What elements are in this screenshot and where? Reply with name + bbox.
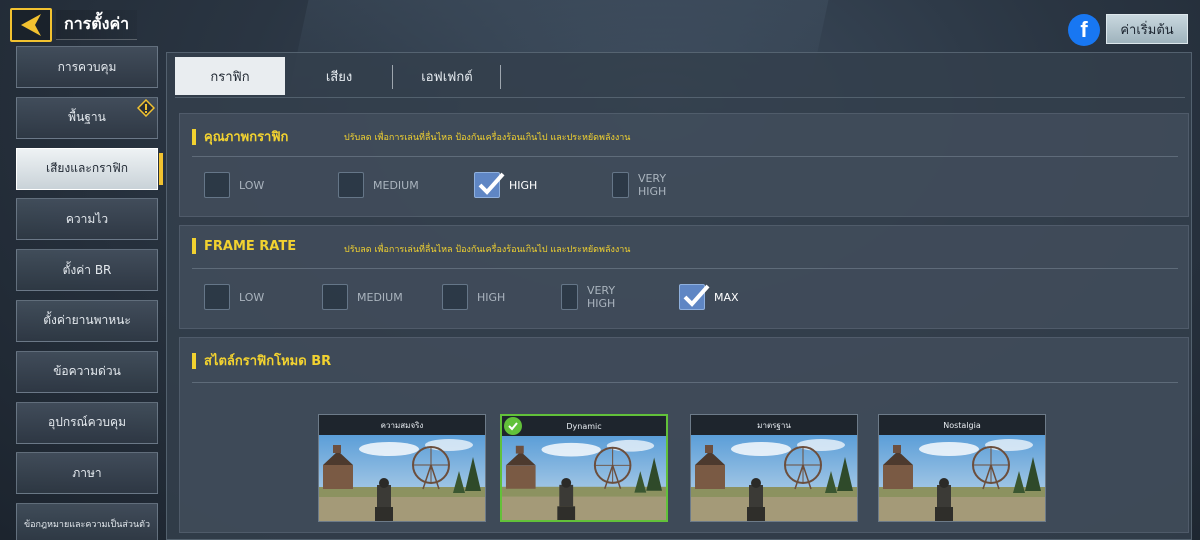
- option-very-high[interactable]: VERY HIGH: [612, 172, 675, 198]
- sidebar-item-label: ข้อความด่วน: [53, 364, 121, 379]
- divider: [192, 156, 1178, 157]
- sidebar: การควบคุม พื้นฐาน เสียงและกราฟิก ความไว …: [16, 46, 163, 540]
- selected-check-icon: [504, 417, 522, 435]
- sidebar-item-label: เสียงและกราฟิก: [45, 161, 129, 176]
- checkbox[interactable]: [204, 284, 230, 310]
- header: การตั้งค่า: [10, 8, 138, 42]
- style-option-realistic[interactable]: ความสมจริง: [318, 414, 486, 522]
- section-title: คุณภาพกราฟิก: [204, 130, 289, 145]
- tab-audio[interactable]: เสียง: [285, 57, 393, 95]
- style-label: Dynamic: [502, 416, 666, 436]
- checkbox[interactable]: [612, 172, 629, 198]
- style-option-nostalgia[interactable]: Nostalgia: [878, 414, 1046, 522]
- sidebar-item-language[interactable]: ภาษา: [16, 452, 158, 495]
- option-label: HIGH: [509, 178, 538, 192]
- checkmark-icon: [683, 284, 710, 307]
- page-title: การตั้งค่า: [56, 10, 138, 40]
- graphics-quality-section: คุณภาพกราฟิก ปรับลด เพื่อการเล่นที่ลื่นไ…: [179, 113, 1189, 217]
- tab-effects[interactable]: เอฟเฟกต์: [393, 57, 501, 95]
- option-label: MAX: [714, 290, 739, 304]
- option-label: VERY HIGH: [637, 172, 667, 198]
- option-label: HIGH: [477, 290, 506, 304]
- option-label: LOW: [239, 178, 265, 192]
- style-preview-image: [691, 435, 857, 521]
- section-header: สไตล์กราฟิกโหมด BR: [192, 350, 331, 371]
- section-accent-bar: [192, 238, 196, 254]
- option-label: VERY HIGH: [586, 284, 616, 310]
- divider: [175, 97, 1185, 98]
- sidebar-item-label: ตั้งค่ายานพาหนะ: [43, 313, 131, 328]
- checkbox[interactable]: [322, 284, 348, 310]
- option-low[interactable]: LOW: [204, 172, 264, 198]
- sidebar-item-label: การควบคุม: [57, 59, 117, 74]
- option-high[interactable]: HIGH: [442, 284, 505, 310]
- sidebar-item-label: อุปกรณ์ควบคุม: [48, 415, 126, 430]
- back-button[interactable]: [10, 8, 52, 42]
- option-max[interactable]: MAX: [679, 284, 739, 310]
- option-label: MEDIUM: [357, 290, 403, 304]
- sidebar-item-label: ความไว: [65, 211, 109, 226]
- section-header: คุณภาพกราฟิก: [192, 126, 288, 147]
- tab-graphics[interactable]: กราฟิก: [175, 57, 285, 95]
- checkbox[interactable]: [204, 172, 230, 198]
- option-very-high[interactable]: VERY HIGH: [561, 284, 624, 310]
- sidebar-item-label: ข้อกฎหมายและความเป็นส่วนตัว: [24, 520, 150, 531]
- option-medium[interactable]: MEDIUM: [322, 284, 403, 310]
- sidebar-item-vehicle[interactable]: ตั้งค่ายานพาหนะ: [16, 299, 158, 342]
- br-style-section: สไตล์กราฟิกโหมด BR ความสมจริง Dynamic มา…: [179, 337, 1189, 533]
- sidebar-item-basic[interactable]: พื้นฐาน: [16, 96, 158, 139]
- option-label: LOW: [239, 290, 265, 304]
- sidebar-item-controls[interactable]: การควบคุม: [16, 46, 158, 88]
- style-preview-image: [879, 435, 1045, 521]
- style-preview-image: [502, 436, 666, 520]
- divider: [192, 382, 1178, 383]
- section-title: FRAME RATE: [204, 238, 297, 254]
- sidebar-item-label: พื้นฐาน: [68, 110, 106, 125]
- section-description: ปรับลด เพื่อการเล่นที่ลื่นไหล ป้องกันเคร…: [344, 245, 631, 255]
- section-accent-bar: [192, 352, 196, 369]
- back-arrow-icon: [21, 14, 41, 36]
- facebook-icon[interactable]: f: [1068, 14, 1100, 46]
- checkbox[interactable]: [338, 172, 364, 198]
- style-preview-image: [319, 435, 485, 521]
- option-medium[interactable]: MEDIUM: [338, 172, 419, 198]
- divider: [192, 268, 1178, 269]
- section-description: ปรับลด เพื่อการเล่นที่ลื่นไหล ป้องกันเคร…: [344, 133, 631, 143]
- option-label: MEDIUM: [373, 178, 419, 192]
- checkbox[interactable]: [561, 284, 578, 310]
- warning-icon: [137, 98, 155, 117]
- sidebar-item-sensitivity[interactable]: ความไว: [16, 198, 158, 241]
- style-option-dynamic[interactable]: Dynamic: [500, 414, 668, 522]
- sidebar-item-quick-chat[interactable]: ข้อความด่วน: [16, 350, 158, 393]
- style-label: Nostalgia: [879, 415, 1045, 435]
- sidebar-item-br-settings[interactable]: ตั้งค่า BR: [16, 249, 158, 292]
- sidebar-item-label: ตั้งค่า BR: [62, 262, 112, 277]
- checkmark-icon: [478, 172, 505, 195]
- style-label: ความสมจริง: [319, 415, 485, 435]
- section-header: FRAME RATE: [192, 238, 296, 254]
- sidebar-item-devices[interactable]: อุปกรณ์ควบคุม: [16, 401, 158, 444]
- reset-default-button[interactable]: ค่าเริ่มต้น: [1106, 14, 1188, 44]
- style-option-standard[interactable]: มาตรฐาน: [690, 414, 858, 522]
- settings-panel: กราฟิก เสียง เอฟเฟกต์ คุณภาพกราฟิก ปรับล…: [166, 52, 1192, 540]
- style-label: มาตรฐาน: [691, 415, 857, 435]
- checkbox[interactable]: [442, 284, 468, 310]
- sidebar-item-legal[interactable]: ข้อกฎหมายและความเป็นส่วนตัว: [16, 503, 158, 540]
- section-accent-bar: [192, 128, 196, 145]
- frame-rate-section: FRAME RATE ปรับลด เพื่อการเล่นที่ลื่นไหล…: [179, 225, 1189, 329]
- sidebar-item-audio-graphics[interactable]: เสียงและกราฟิก: [16, 147, 163, 190]
- option-high[interactable]: HIGH: [474, 172, 537, 198]
- option-low[interactable]: LOW: [204, 284, 264, 310]
- sidebar-item-label: ภาษา: [72, 465, 102, 480]
- checkbox-checked[interactable]: [679, 284, 710, 310]
- section-title: สไตล์กราฟิกโหมด BR: [204, 354, 332, 369]
- tab-bar: กราฟิก เสียง เอฟเฟกต์: [175, 57, 501, 95]
- checkbox-checked[interactable]: [474, 172, 505, 198]
